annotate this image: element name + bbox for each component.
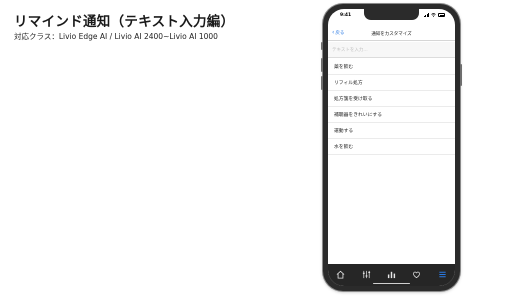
equalizer-icon xyxy=(362,270,370,278)
home-icon xyxy=(336,270,345,279)
status-time: 9:41 xyxy=(340,13,352,18)
phrase-list: 薬を飲む リフィル処方 処方箋を受け取る 補聴器をきれいにする 運動する 水を飲… xyxy=(328,59,455,155)
status-icons xyxy=(423,13,445,17)
reminder-text-input[interactable] xyxy=(332,45,451,55)
slide-title: リマインド通知（テキスト入力編） xyxy=(14,14,235,30)
phrase-item[interactable]: 処方箋を受け取る xyxy=(328,91,455,107)
phrase-item[interactable]: 薬を飲む xyxy=(328,59,455,75)
text-input-area xyxy=(328,42,455,58)
stats-icon xyxy=(387,271,396,278)
nav-bar: ‹ 戻る 通知をカスタマイズ xyxy=(328,27,455,41)
phone-mockup: 9:41 ‹ 戻る 通知をカスタマイズ テキストを入力... 薬を飲む リフィル… xyxy=(321,4,462,291)
tab-home[interactable] xyxy=(333,269,349,279)
slide-subtitle: 対応クラス：Livio Edge AI / Livio AI 2400~Livi… xyxy=(14,32,218,41)
nav-title: 通知をカスタマイズ xyxy=(371,32,412,37)
wellness-icon xyxy=(413,271,421,278)
tab-bar xyxy=(328,264,455,286)
phone-screen: 9:41 ‹ 戻る 通知をカスタマイズ テキストを入力... 薬を飲む リフィル… xyxy=(328,9,455,286)
volume-down-button xyxy=(321,76,323,90)
tab-stats[interactable] xyxy=(383,269,399,279)
phrase-item[interactable]: 運動する xyxy=(328,123,455,139)
wifi-icon xyxy=(431,13,436,17)
home-indicator xyxy=(373,282,410,284)
notch xyxy=(364,9,419,20)
phrase-item[interactable]: 補聴器をきれいにする xyxy=(328,107,455,123)
tab-menu[interactable] xyxy=(434,269,450,279)
battery-icon xyxy=(438,13,445,17)
signal-icon xyxy=(423,13,429,17)
tab-wellness[interactable] xyxy=(409,269,425,279)
phrase-item[interactable]: 水を飲む xyxy=(328,139,455,155)
phrase-item[interactable]: リフィル処方 xyxy=(328,75,455,91)
power-button xyxy=(460,64,462,86)
volume-up-button xyxy=(321,58,323,72)
mute-switch xyxy=(321,42,323,50)
tab-equalizer[interactable] xyxy=(358,269,374,279)
menu-icon xyxy=(439,271,446,277)
